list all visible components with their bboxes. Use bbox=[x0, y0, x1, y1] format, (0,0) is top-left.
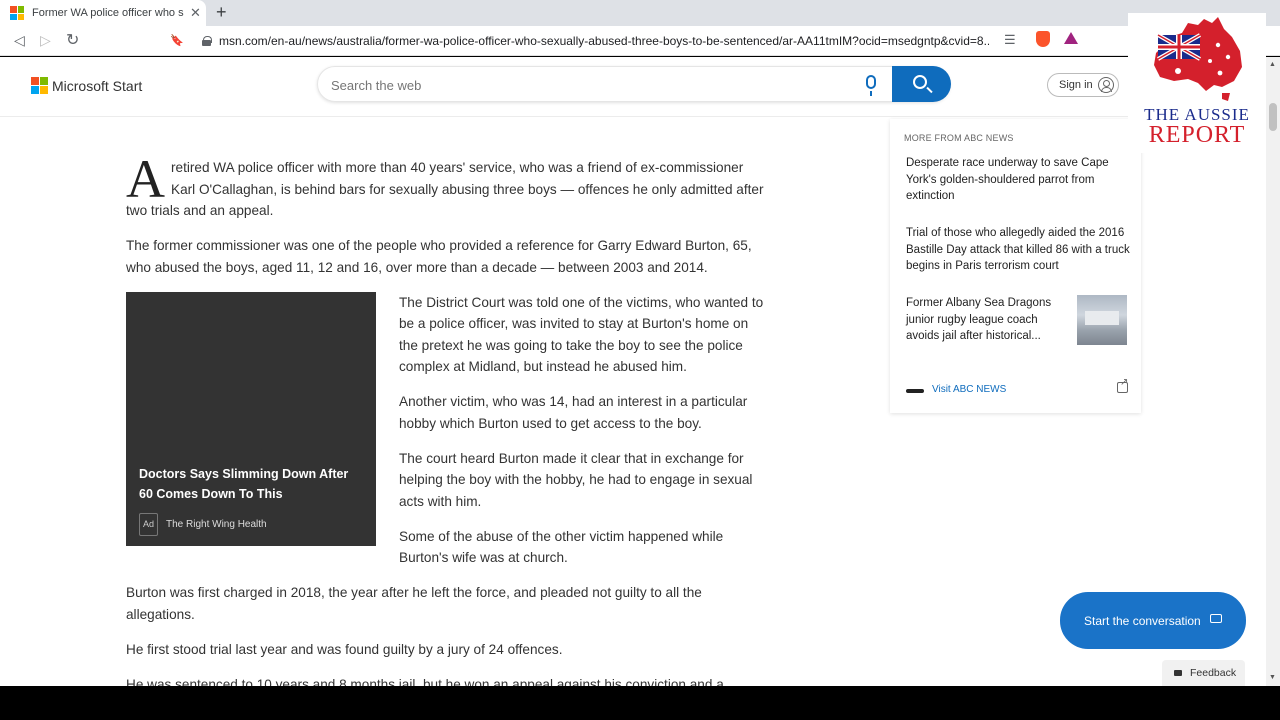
search-icon bbox=[913, 75, 927, 89]
search-button[interactable] bbox=[892, 66, 951, 102]
url-field[interactable]: msn.com/en-au/news/australia/former-wa-p… bbox=[196, 29, 1086, 53]
new-tab-button[interactable]: + bbox=[216, 2, 227, 23]
close-tab-icon[interactable]: ✕ bbox=[190, 5, 201, 21]
browser-tab-bar: Former WA police officer who sexually ab… bbox=[0, 0, 1280, 26]
page-viewport: Microsoft Start Sign in Aretired WA poli… bbox=[0, 57, 1266, 686]
scroll-thumb[interactable] bbox=[1269, 103, 1277, 131]
chat-bubble-icon bbox=[1210, 614, 1222, 623]
related-story-link[interactable]: Former Albany Sea Dragons junior rugby l… bbox=[906, 295, 1066, 345]
ad-title[interactable]: Doctors Says Slimming Down After 60 Come… bbox=[139, 464, 365, 504]
forward-icon[interactable]: ▷ bbox=[40, 32, 51, 49]
conversation-label: Start the conversation bbox=[1084, 613, 1201, 628]
microsoft-start-logo[interactable]: Microsoft Start bbox=[31, 77, 142, 94]
ad-source: The Right Wing Health bbox=[166, 518, 267, 530]
external-link-icon[interactable] bbox=[1117, 377, 1128, 393]
brand-name: Microsoft Start bbox=[52, 77, 143, 94]
microphone-icon[interactable] bbox=[866, 75, 876, 96]
user-avatar-icon bbox=[1098, 77, 1114, 93]
bookmark-icon[interactable]: 🔖 bbox=[170, 34, 184, 47]
page-scrollbar[interactable]: ▲ ▼ bbox=[1266, 57, 1280, 686]
more-from-panel: MORE FROM ABC NEWS Desperate race underw… bbox=[890, 119, 1141, 413]
scroll-up-arrow-icon[interactable]: ▲ bbox=[1269, 61, 1276, 68]
brave-shields-icon[interactable] bbox=[1036, 31, 1050, 47]
back-icon[interactable]: ◁ bbox=[14, 32, 25, 49]
scroll-down-arrow-icon[interactable]: ▼ bbox=[1269, 674, 1276, 681]
search-input[interactable] bbox=[331, 75, 831, 95]
url-text: msn.com/en-au/news/australia/former-wa-p… bbox=[219, 34, 989, 48]
related-story-link[interactable]: Desperate race underway to save Cape Yor… bbox=[906, 155, 1126, 205]
aussie-report-logo: THE AUSSIE REPORT bbox=[1128, 13, 1266, 153]
reader-mode-icon[interactable]: ☰ bbox=[1004, 32, 1016, 48]
related-story-link[interactable]: Trial of those who allegedly aided the 2… bbox=[906, 225, 1134, 275]
feedback-button[interactable]: Feedback bbox=[1162, 660, 1245, 686]
sign-in-button[interactable]: Sign in bbox=[1047, 73, 1119, 97]
article-paragraph: Burton was first charged in 2018, the ye… bbox=[126, 585, 702, 622]
australia-flag-map-icon bbox=[1154, 17, 1242, 101]
site-header: Microsoft Start Sign in bbox=[0, 57, 1266, 117]
advertisement[interactable]: Doctors Says Slimming Down After 60 Come… bbox=[126, 291, 376, 546]
microsoft-logo-icon bbox=[31, 77, 48, 94]
drop-cap: A bbox=[126, 149, 165, 209]
article-paragraph: He first stood trial last year and was f… bbox=[126, 641, 563, 657]
logo-line-2: REPORT bbox=[1148, 122, 1246, 148]
browser-tab[interactable]: Former WA police officer who sexually ab… bbox=[0, 0, 206, 26]
start-conversation-button[interactable]: Start the conversation bbox=[1060, 592, 1246, 649]
abc-logo-icon bbox=[906, 389, 924, 393]
article-body: Aretired WA police officer with more tha… bbox=[126, 149, 766, 687]
feedback-label: Feedback bbox=[1190, 667, 1237, 679]
lock-icon bbox=[202, 36, 212, 46]
story-thumbnail[interactable] bbox=[1077, 295, 1127, 345]
ad-meta: Ad The Right Wing Health bbox=[139, 512, 267, 536]
article-paragraph: Aretired WA police officer with more tha… bbox=[126, 149, 764, 218]
tab-title: Former WA police officer who sexually ab… bbox=[32, 7, 184, 19]
reload-icon[interactable]: ↻ bbox=[66, 30, 79, 50]
panel-heading: MORE FROM ABC NEWS bbox=[904, 133, 1014, 143]
msn-favicon-icon bbox=[10, 6, 24, 20]
ad-badge: Ad bbox=[139, 512, 159, 536]
panel-footer: Visit ABC NEWS bbox=[890, 377, 1141, 411]
article-paragraph: He was sentenced to 10 years and 8 month… bbox=[126, 676, 724, 687]
feedback-icon bbox=[1174, 670, 1182, 676]
visit-source-link[interactable]: Visit ABC NEWS bbox=[932, 384, 1006, 395]
address-bar: ◁ ▷ ↻ 🔖 msn.com/en-au/news/australia/for… bbox=[0, 26, 1280, 56]
brave-rewards-icon[interactable] bbox=[1064, 32, 1078, 44]
search-box bbox=[317, 66, 951, 102]
sign-in-label: Sign in bbox=[1059, 79, 1093, 91]
article-paragraph: The former commissioner was one of the p… bbox=[126, 238, 752, 275]
